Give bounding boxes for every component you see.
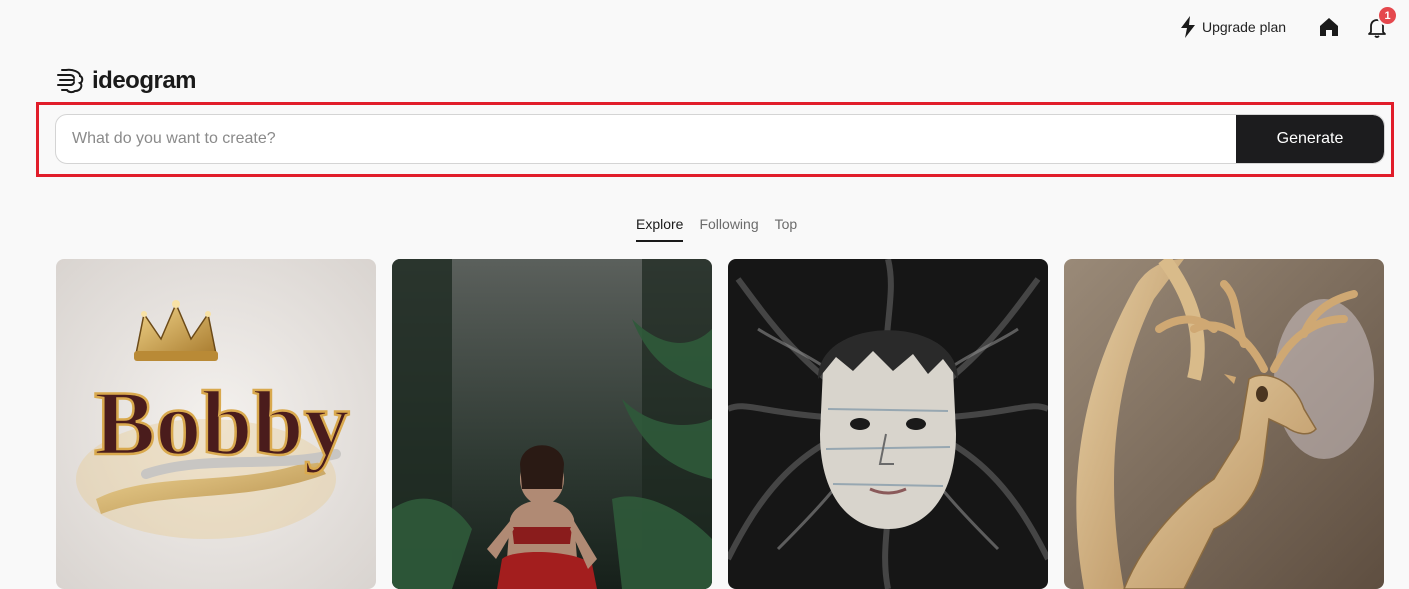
logo-brain-icon: [57, 68, 84, 94]
tab-explore[interactable]: Explore: [636, 216, 684, 242]
home-button[interactable]: [1317, 15, 1341, 39]
gallery-card-jungle[interactable]: [392, 259, 712, 589]
feed-tabs: Explore Following Top: [636, 216, 797, 242]
bobby-lettering: Bobby: [94, 372, 350, 474]
bobby-crown-image: Bobby: [56, 259, 376, 589]
tab-following[interactable]: Following: [699, 216, 758, 242]
jungle-woman-image: [392, 259, 712, 589]
notification-badge: 1: [1377, 5, 1398, 26]
upgrade-plan-link[interactable]: Upgrade plan: [1180, 16, 1286, 38]
home-icon: [1320, 18, 1338, 36]
top-bar: Upgrade plan 1: [0, 0, 1409, 56]
boy-face-image: [728, 259, 1048, 589]
ideogram-logo[interactable]: ideogram: [56, 66, 197, 96]
generate-button[interactable]: Generate: [1236, 115, 1384, 163]
gallery-card-face[interactable]: [728, 259, 1048, 589]
logo-text: ideogram: [92, 67, 197, 94]
prompt-bar: Generate: [55, 114, 1385, 164]
gallery-card-bobby[interactable]: Bobby: [56, 259, 376, 589]
prompt-input[interactable]: [56, 115, 1236, 163]
upgrade-plan-label: Upgrade plan: [1202, 19, 1287, 35]
gallery-card-deer[interactable]: [1064, 259, 1384, 589]
lightning-icon: [1181, 16, 1195, 38]
tab-top[interactable]: Top: [775, 216, 798, 242]
wooden-deer-image: [1064, 259, 1384, 589]
